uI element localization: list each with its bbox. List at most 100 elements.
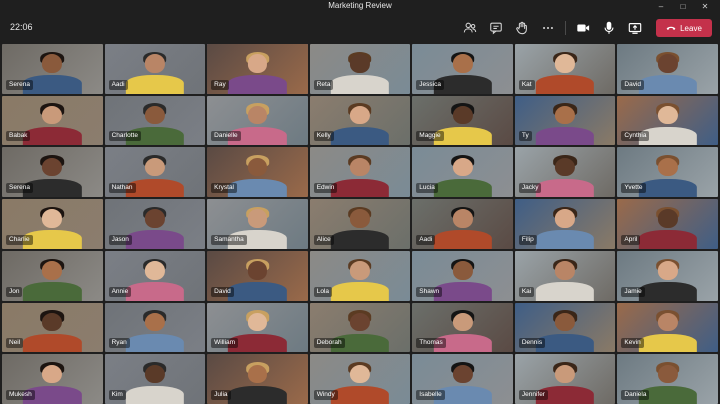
participant-tile[interactable]: Yvette (617, 147, 718, 198)
chat-icon[interactable] (483, 16, 509, 40)
camera-icon[interactable] (570, 16, 596, 40)
leave-button[interactable]: Leave (656, 19, 712, 37)
participant-tile[interactable]: Jennifer (514, 354, 616, 404)
participant-tile[interactable]: Ty (514, 95, 616, 146)
participant-face (42, 106, 63, 125)
participant-face (247, 364, 268, 383)
participant-name: Aadi (108, 79, 128, 90)
participant-tile[interactable]: Jon (2, 250, 103, 301)
participant-tile[interactable]: Serena (2, 147, 103, 198)
participant-tile[interactable]: Kai (514, 250, 616, 301)
more-options-icon[interactable] (535, 16, 561, 40)
participant-name: Jessica (416, 79, 444, 90)
participant-body (535, 127, 595, 146)
participant-tile[interactable]: Kelly (309, 95, 411, 146)
participant-video (228, 360, 287, 404)
participant-video (330, 153, 390, 198)
minimize-icon[interactable]: – (650, 0, 672, 13)
participant-name: Danielle (211, 131, 241, 142)
participant-name: Jamie (621, 286, 645, 297)
participant-body (330, 282, 390, 301)
participant-face (657, 106, 678, 125)
participant-tile[interactable]: Alice (309, 199, 411, 249)
participant-name: Julia (211, 390, 231, 400)
participant-tile[interactable]: Windy (309, 354, 411, 404)
participant-tile[interactable]: David (207, 250, 308, 301)
microphone-icon[interactable] (596, 16, 622, 40)
participant-name: Shawn (416, 286, 443, 297)
close-icon[interactable]: ✕ (694, 0, 716, 13)
participant-tile[interactable]: Daniela (617, 354, 718, 404)
raise-hand-icon[interactable] (509, 16, 535, 40)
participant-tile[interactable]: Reta (309, 44, 411, 94)
participant-body (330, 230, 390, 249)
participant-face (452, 312, 473, 332)
participant-name: Windy (313, 390, 338, 400)
participant-tile[interactable]: Lola (309, 250, 411, 301)
participants-icon[interactable] (457, 16, 483, 40)
participant-tile[interactable]: Aadi (412, 199, 513, 249)
participant-tile[interactable]: Jacky (514, 147, 616, 198)
participant-name: Maggie (416, 131, 444, 142)
participant-tile[interactable]: Samantha (207, 199, 308, 249)
participant-tile[interactable]: Kim (104, 354, 206, 404)
participant-tile[interactable]: Neil (2, 302, 103, 353)
participant-face (657, 209, 678, 228)
participant-tile[interactable]: Charlie (2, 199, 103, 249)
participant-tile[interactable]: Julia (207, 354, 308, 404)
participant-tile[interactable]: April (617, 199, 718, 249)
participant-tile[interactable]: Ray (207, 44, 308, 94)
participant-tile[interactable]: Jessica (412, 44, 513, 94)
participant-tile[interactable]: Krystal (207, 147, 308, 198)
participant-tile[interactable]: Edwin (309, 147, 411, 198)
participant-face (452, 261, 473, 280)
participant-tile[interactable]: Dennis (514, 302, 616, 353)
participant-face (42, 364, 63, 383)
participant-body (228, 385, 287, 404)
participant-tile[interactable]: Charlotte (104, 95, 206, 146)
participant-tile[interactable]: Babak (2, 95, 103, 146)
participant-body (23, 333, 82, 353)
participant-tile[interactable]: Kat (514, 44, 616, 94)
participant-tile[interactable]: Isabelle (412, 354, 513, 404)
participant-video (638, 309, 697, 353)
participant-tile[interactable]: Filip (514, 199, 616, 249)
participant-body (228, 282, 287, 301)
participant-body (535, 230, 595, 249)
participant-body (330, 127, 390, 146)
participant-body (433, 282, 492, 301)
participant-tile[interactable]: David (617, 44, 718, 94)
participant-body (638, 282, 697, 301)
participant-tile[interactable]: Lucia (412, 147, 513, 198)
participant-tile[interactable]: Jason (104, 199, 206, 249)
participant-tile[interactable]: Maggie (412, 95, 513, 146)
participant-tile[interactable]: Jamie (617, 250, 718, 301)
share-screen-icon[interactable] (622, 16, 648, 40)
meeting-toolbar: 22:06 Leave (0, 13, 720, 43)
participant-tile[interactable]: Shawn (412, 250, 513, 301)
participant-video (125, 360, 185, 404)
participant-tile[interactable]: Annie (104, 250, 206, 301)
participant-tile[interactable]: Danielle (207, 95, 308, 146)
participant-video (638, 153, 697, 198)
participant-tile[interactable]: Thomas (412, 302, 513, 353)
participant-face (657, 54, 678, 73)
participant-name: Dennis (518, 338, 546, 349)
participant-face (350, 54, 370, 73)
participant-tile[interactable]: Deborah (309, 302, 411, 353)
participant-name: Reta (313, 79, 334, 90)
participant-name: Jennifer (518, 390, 548, 400)
participant-tile[interactable]: Aadi (104, 44, 206, 94)
participant-tile[interactable]: Kevin (617, 302, 718, 353)
participant-tile[interactable]: Ryan (104, 302, 206, 353)
participant-tile[interactable]: Mukesh (2, 354, 103, 404)
participant-tile[interactable]: Serena (2, 44, 103, 94)
participant-video (23, 257, 82, 301)
participant-name: Ryan (108, 338, 130, 349)
participant-tile[interactable]: Cynthia (617, 95, 718, 146)
maximize-icon[interactable]: □ (672, 0, 694, 13)
participant-tile[interactable]: Nathan (104, 147, 206, 198)
participant-tile[interactable]: William (207, 302, 308, 353)
window-controls: – □ ✕ (650, 0, 716, 13)
participant-name: Neil (6, 338, 24, 349)
